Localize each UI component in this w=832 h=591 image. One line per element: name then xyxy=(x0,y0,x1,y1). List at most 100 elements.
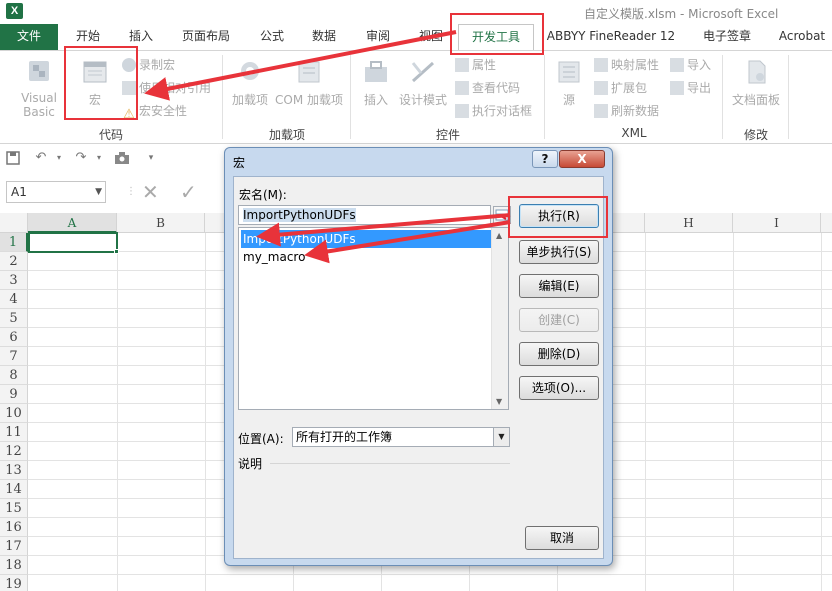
design-mode-label: 设计模式 xyxy=(398,93,447,107)
expansion-packs-button[interactable]: 扩展包 xyxy=(594,79,647,96)
insert-control-button[interactable]: 插入 xyxy=(356,57,396,108)
record-macro-button[interactable]: 录制宏 xyxy=(122,56,175,73)
title-bar: X 自定义模版.xlsm - Microsoft Excel xyxy=(0,0,832,24)
enter-check-icon[interactable]: ✓ xyxy=(180,180,197,204)
options-button[interactable]: 选项(O)... xyxy=(519,376,599,400)
ref-edit-button[interactable] xyxy=(493,206,511,224)
column-header[interactable]: H xyxy=(645,213,733,233)
run-dialog-button[interactable]: 执行对话框 xyxy=(455,102,532,119)
tab-e-signature[interactable]: 电子签章 xyxy=(696,24,758,50)
row-header[interactable]: 17 xyxy=(0,537,28,556)
row-header[interactable]: 3 xyxy=(0,271,28,290)
visual-basic-button[interactable]: Visual Basic xyxy=(4,57,74,119)
undo-dropdown-icon[interactable]: ▾ xyxy=(50,149,68,167)
select-all-corner[interactable] xyxy=(0,213,28,233)
use-relative-references-button[interactable]: 使用相对引用 xyxy=(122,79,211,96)
xml-source-button[interactable]: 源 xyxy=(550,57,588,108)
delete-button[interactable]: 删除(D) xyxy=(519,342,599,366)
tab-page-layout[interactable]: 页面布局 xyxy=(172,24,240,50)
row-header[interactable]: 19 xyxy=(0,575,28,591)
tab-developer[interactable]: 开发工具 xyxy=(458,24,534,51)
view-code-button[interactable]: 查看代码 xyxy=(455,79,520,96)
chevron-down-icon[interactable]: ▼ xyxy=(95,182,102,202)
splitter-dots[interactable]: ⋮ xyxy=(126,183,136,201)
redo-dropdown-icon[interactable]: ▾ xyxy=(90,149,108,167)
tab-insert[interactable]: 插入 xyxy=(116,24,166,50)
excel-window: X 自定义模版.xlsm - Microsoft Excel 文件 开始 插入 … xyxy=(0,0,832,591)
tab-acrobat[interactable]: Acrobat xyxy=(772,24,832,50)
undo-icon[interactable]: ↶ xyxy=(32,149,50,167)
row-header[interactable]: 4 xyxy=(0,290,28,309)
tab-view[interactable]: 视图 xyxy=(408,24,454,50)
tab-home[interactable]: 开始 xyxy=(62,24,114,50)
com-addins-button[interactable]: COM 加载项 xyxy=(272,57,346,108)
properties-icon xyxy=(455,58,469,72)
row-header[interactable]: 5 xyxy=(0,309,28,328)
customize-toolbar-icon[interactable]: ▾ xyxy=(142,149,160,167)
macro-security-button[interactable]: ⚠ 宏安全性 xyxy=(122,102,187,122)
save-icon[interactable] xyxy=(4,149,22,167)
column-header[interactable]: B xyxy=(117,213,205,233)
close-button[interactable]: X xyxy=(559,150,605,168)
cancel-button[interactable]: 取消 xyxy=(525,526,599,550)
location-select[interactable]: 所有打开的工作簿 ▼ xyxy=(292,427,510,447)
document-panel-icon xyxy=(748,60,766,84)
scroll-down-icon[interactable]: ▼ xyxy=(496,397,502,406)
tab-file[interactable]: 文件 xyxy=(0,24,58,50)
fill-handle[interactable] xyxy=(114,249,119,254)
list-item[interactable]: my_macro xyxy=(241,248,492,266)
row-header[interactable]: 12 xyxy=(0,442,28,461)
column-header[interactable]: I xyxy=(733,213,821,233)
create-button[interactable]: 创建(C) xyxy=(519,308,599,332)
name-box[interactable]: A1 ▼ xyxy=(6,181,106,203)
macros-button[interactable]: 宏 xyxy=(72,57,118,108)
use-relative-label: 使用相对引用 xyxy=(139,81,212,95)
xml-import-button[interactable]: 导入 xyxy=(670,56,711,73)
macros-label: 宏 xyxy=(88,93,101,107)
row-header[interactable]: 9 xyxy=(0,385,28,404)
map-properties-button[interactable]: 映射属性 xyxy=(594,56,659,73)
row-header[interactable]: 2 xyxy=(0,252,28,271)
macro-list[interactable]: ImportPythonUDFs my_macro ▲ ▼ xyxy=(238,227,509,410)
edit-button[interactable]: 编辑(E) xyxy=(519,274,599,298)
row-header[interactable]: 7 xyxy=(0,347,28,366)
step-into-button[interactable]: 单步执行(S) xyxy=(519,240,599,264)
row-header[interactable]: 13 xyxy=(0,461,28,480)
addins-button[interactable]: 加载项 xyxy=(228,57,272,108)
redo-icon[interactable]: ↷ xyxy=(72,149,90,167)
row-header[interactable]: 11 xyxy=(0,423,28,442)
row-header[interactable]: 6 xyxy=(0,328,28,347)
list-item[interactable]: ImportPythonUDFs xyxy=(241,230,492,248)
row-header[interactable]: 15 xyxy=(0,499,28,518)
macro-name-input[interactable]: ImportPythonUDFs xyxy=(238,205,491,225)
run-button[interactable]: 执行(R) xyxy=(519,204,599,228)
row-header[interactable]: 14 xyxy=(0,480,28,499)
chevron-down-icon[interactable]: ▼ xyxy=(493,428,509,446)
properties-button[interactable]: 属性 xyxy=(455,56,496,73)
xml-export-button[interactable]: 导出 xyxy=(670,79,711,96)
row-header[interactable]: 18 xyxy=(0,556,28,575)
scroll-up-icon[interactable]: ▲ xyxy=(496,231,502,240)
ribbon-tab-bar: 文件 开始 插入 页面布局 公式 数据 审阅 视图 开发工具 ABBYY Fin… xyxy=(0,24,832,51)
macro-dialog: 宏 ? X 宏名(M): ImportPythonUDFs ImportPyth… xyxy=(224,147,613,566)
dialog-title-bar[interactable]: 宏 ? X xyxy=(225,148,612,176)
location-value: 所有打开的工作簿 xyxy=(296,430,393,444)
row-header[interactable]: 8 xyxy=(0,366,28,385)
group-divider xyxy=(350,55,351,139)
cancel-icon[interactable]: ✕ xyxy=(142,180,159,204)
selected-cell-outline[interactable] xyxy=(28,232,118,253)
tab-formulas[interactable]: 公式 xyxy=(248,24,296,50)
column-header[interactable]: A xyxy=(28,213,117,233)
row-header[interactable]: 16 xyxy=(0,518,28,537)
tab-review[interactable]: 审阅 xyxy=(354,24,402,50)
row-header[interactable]: 10 xyxy=(0,404,28,423)
camera-icon[interactable] xyxy=(113,149,131,167)
help-button[interactable]: ? xyxy=(532,150,558,168)
row-header[interactable]: 1 xyxy=(0,233,28,252)
tab-abbyy[interactable]: ABBYY FineReader 12 xyxy=(544,24,678,50)
list-scrollbar[interactable]: ▲ ▼ xyxy=(491,228,508,409)
document-panel-button[interactable]: 文档面板 xyxy=(728,57,784,108)
design-mode-button[interactable]: 设计模式 xyxy=(396,57,450,108)
tab-data[interactable]: 数据 xyxy=(300,24,348,50)
refresh-data-button[interactable]: 刷新数据 xyxy=(594,102,659,119)
